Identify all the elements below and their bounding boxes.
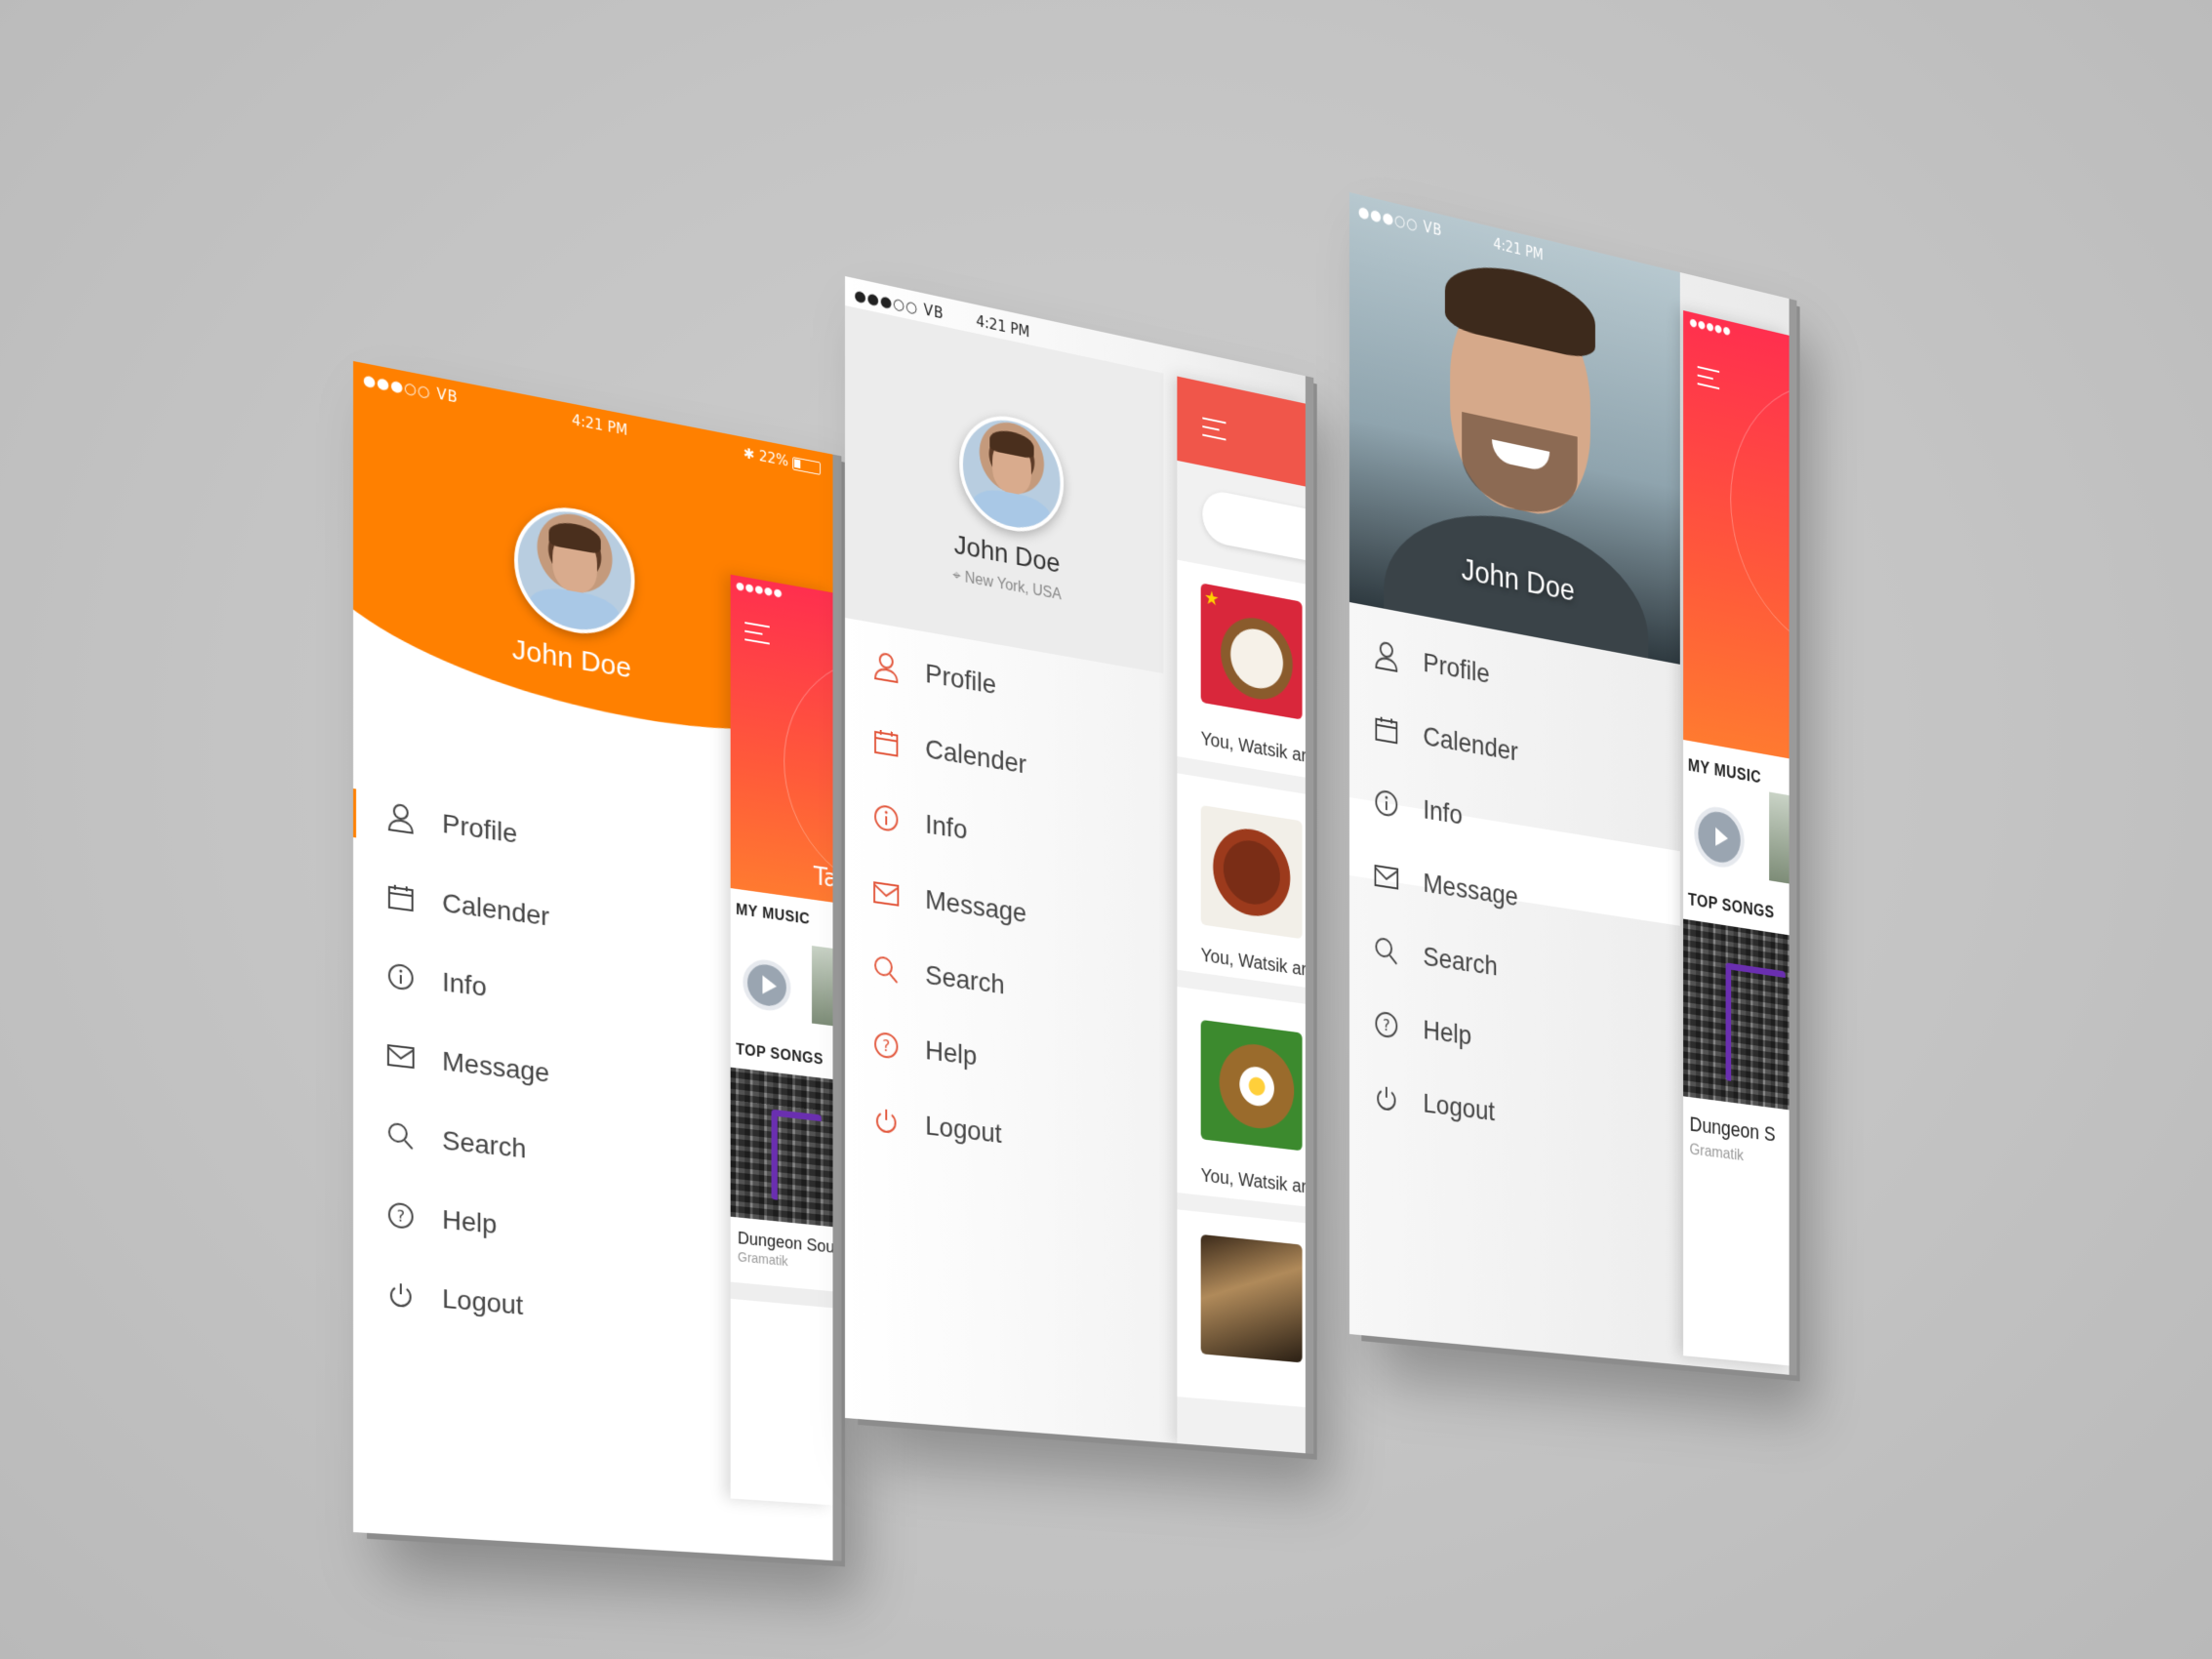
menu-label: Info (1423, 793, 1462, 830)
help-icon: ? (870, 1027, 902, 1064)
play-icon (762, 975, 777, 995)
power-icon (1372, 1080, 1401, 1117)
menu-label: Help (442, 1204, 497, 1240)
battery-icon (792, 457, 821, 475)
search-icon (1372, 932, 1401, 969)
food-image[interactable] (1201, 805, 1303, 939)
user-icon (384, 799, 418, 837)
user-icon (870, 648, 902, 686)
feed-card[interactable]: You, Watsik ar (1177, 773, 1306, 988)
svg-text:?: ? (1383, 1016, 1389, 1035)
info-icon (870, 799, 902, 837)
divider (731, 1282, 833, 1309)
feed-search-input[interactable] (1202, 488, 1306, 572)
food-image[interactable] (1201, 1020, 1303, 1151)
feed-card[interactable]: ★ You, Watsik ar (1177, 560, 1306, 778)
drawer-menu: Profile Calender Info Message Search ? H… (870, 627, 1161, 1190)
feed-card[interactable] (1177, 1209, 1306, 1407)
feed-caption: You, Watsik ar (1201, 1165, 1306, 1198)
menu-label: Logout (925, 1111, 1001, 1150)
menu-label: Help (925, 1034, 977, 1072)
power-icon (384, 1277, 418, 1314)
music-app-peek[interactable]: ●●●●● MY MUSIC TOP SONGS Dungeon S Grama… (1683, 310, 1790, 1365)
play-icon (1715, 828, 1728, 848)
menu-label: Search (925, 959, 1004, 1000)
music-hero: ●●●●● (1683, 310, 1790, 758)
feed-card[interactable]: You, Watsik ar (1177, 987, 1306, 1206)
phone-orange-drawer: ●●●○○ VB 4:21 PM ✱ 22% John Doe Profile … (353, 361, 832, 1560)
help-icon: ? (384, 1197, 418, 1234)
menu-label: Info (925, 809, 967, 846)
top-songs-title: TOP SONGS (1688, 890, 1775, 923)
album-thumb[interactable] (812, 946, 832, 1028)
mockup-stage: ●●●○○ VB 4:21 PM ✱ 22% John Doe Profile … (0, 0, 2212, 1659)
feed-caption: You, Watsik ar (1201, 945, 1306, 981)
play-button[interactable] (743, 957, 790, 1014)
menu-label: Message (442, 1046, 549, 1089)
feed-caption: You, Watsik ar (1201, 729, 1306, 768)
calendar-icon (1372, 710, 1401, 749)
svg-text:?: ? (397, 1207, 405, 1226)
menu-label: Search (442, 1125, 526, 1165)
phone-photo-drawer: ●●●○○ VB 4:21 PM John Doe Profile Calend… (1349, 192, 1790, 1375)
menu-label: Info (442, 966, 487, 1002)
top-songs-title: TOP SONGS (736, 1042, 824, 1070)
star-icon: ★ (1204, 586, 1219, 611)
hamburger-menu-icon[interactable] (1698, 366, 1720, 389)
location-pin-icon: ⌖ (952, 567, 960, 585)
menu-label: Calender (1423, 720, 1517, 767)
svg-text:?: ? (882, 1036, 890, 1056)
menu-label: Message (925, 884, 1026, 929)
battery-percent: 22% (759, 448, 788, 470)
menu-label: Profile (1423, 647, 1489, 690)
info-icon (1372, 785, 1401, 823)
song-artist: Gramatik (1690, 1140, 1744, 1165)
bluetooth-icon: ✱ (744, 444, 754, 463)
help-icon: ? (1372, 1006, 1401, 1043)
menu-label: Help (1423, 1014, 1471, 1051)
active-indicator (353, 789, 356, 837)
hero-text: Ta (814, 863, 833, 894)
drawer-menu: Profile Calender Info Message Search ? H… (1372, 616, 1677, 1170)
menu-label: Logout (442, 1283, 523, 1321)
album-thumb[interactable] (1769, 791, 1790, 884)
food-feed-peek[interactable]: ★ You, Watsik ar You, Watsik ar You, Wat… (1177, 377, 1306, 1454)
menu-label: Calender (442, 887, 549, 932)
power-icon (870, 1103, 902, 1139)
song-cover-image[interactable] (1683, 919, 1790, 1111)
menu-label: Search (1423, 941, 1497, 982)
hamburger-menu-icon[interactable] (1202, 417, 1226, 440)
mail-icon (384, 1038, 418, 1075)
search-icon (870, 951, 902, 989)
my-music-title: MY MUSIC (1688, 755, 1761, 788)
info-icon (384, 958, 418, 995)
menu-label: Calender (925, 733, 1026, 780)
song-cover-image[interactable] (731, 1068, 833, 1228)
calendar-icon (870, 723, 902, 761)
music-app-peek[interactable]: ●●●●● Ta MY MUSIC TOP SONGS Dungeon Sou … (731, 575, 833, 1506)
hamburger-menu-icon[interactable] (744, 622, 769, 644)
menu-label: Message (1423, 868, 1517, 912)
phone-white-drawer: ●●●○○ VB 4:21 PM John Doe ⌖ New York, US… (845, 276, 1306, 1453)
music-hero: ●●●●● Ta (731, 575, 833, 903)
my-music-title: MY MUSIC (736, 902, 810, 929)
user-icon (1372, 636, 1401, 674)
mail-icon (870, 875, 902, 912)
play-button[interactable] (1694, 803, 1744, 870)
menu-label: Profile (925, 658, 996, 701)
menu-label: Profile (442, 808, 517, 850)
menu-label: Logout (1423, 1088, 1495, 1128)
mail-icon (1372, 859, 1401, 896)
calendar-icon (384, 878, 418, 915)
search-icon (384, 1117, 418, 1153)
food-image[interactable] (1201, 1234, 1303, 1363)
